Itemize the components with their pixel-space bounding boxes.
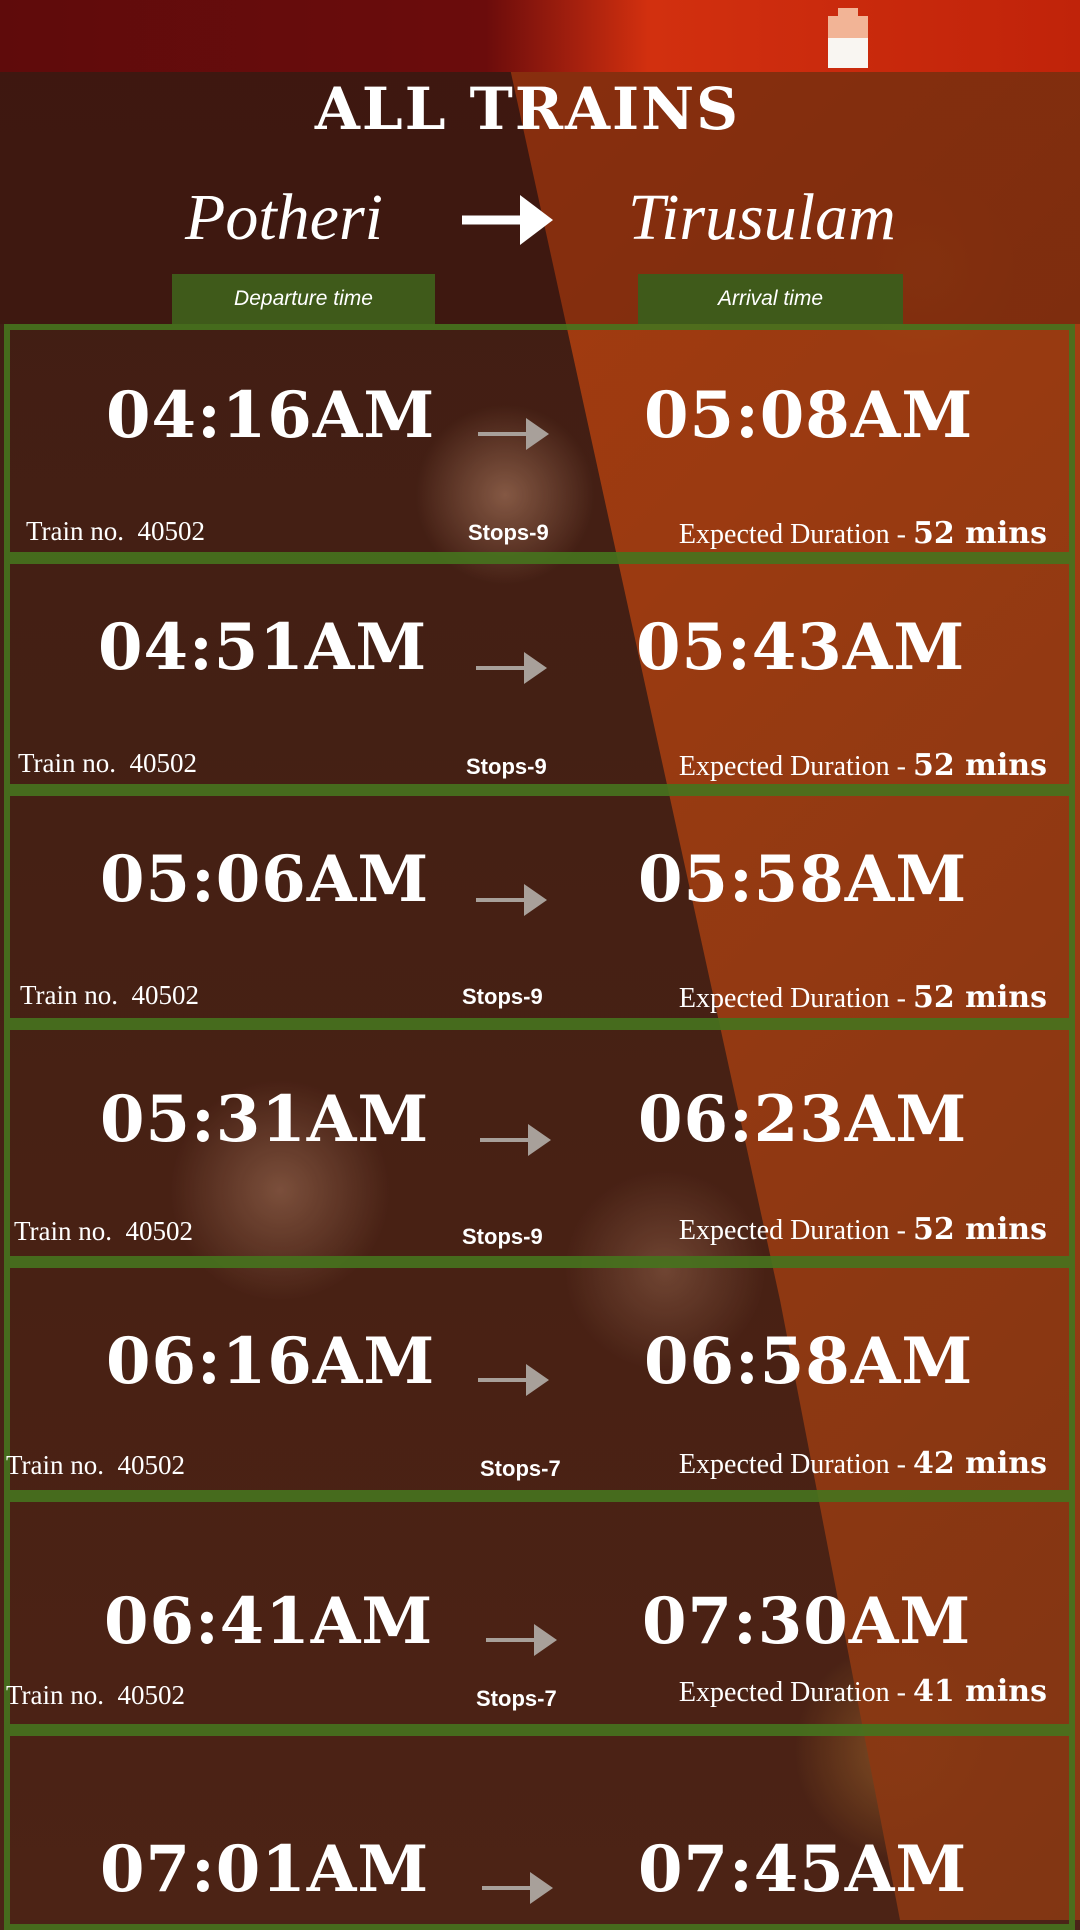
departure-time: 04:16AM [106,378,436,453]
expected-duration: Expected Duration - 52 mins [678,1212,1047,1247]
arrival-time: 06:58AM [644,1324,974,1399]
page-title: ALL TRAINS [314,75,741,143]
arrival-time-label: Arrival time [638,274,903,324]
status-bar [0,0,1080,72]
departure-time: 06:16AM [106,1324,436,1399]
to-station: Tirusulam [628,181,896,254]
arrival-time: 05:43AM [636,610,966,685]
arrow-right-icon [486,1624,557,1656]
train-row[interactable]: 04:16AM 05:08AM Train no. 40502 Stops-9 … [4,324,1075,558]
departure-time: 06:41AM [104,1584,434,1659]
stops-count: Stops-9 [468,520,549,545]
from-station: Potheri [185,181,383,254]
arrival-time: 05:58AM [638,842,968,917]
arrival-time: 07:45AM [638,1832,968,1907]
train-number: Train no. 40502 [6,1450,186,1480]
arrival-time: 05:08AM [644,378,974,453]
train-number: Train no. 40502 [18,748,198,778]
train-number: Train no. 40502 [14,1216,194,1246]
stops-count: Stops-9 [466,754,547,779]
train-row[interactable]: 05:06AM 05:58AM Train no. 40502 Stops-9 … [4,790,1075,1024]
arrival-time: 06:23AM [638,1082,968,1157]
train-row[interactable]: 05:31AM 06:23AM Train no. 40502 Stops-9 … [4,1024,1075,1262]
departure-time: 04:51AM [98,610,428,685]
departure-time-label: Departure time [172,274,435,324]
stops-count: Stops-9 [462,1224,543,1249]
arrow-right-icon [480,1124,551,1156]
departure-time: 05:06AM [100,842,430,917]
train-number: Train no. 40502 [26,516,206,546]
expected-duration: Expected Duration - 52 mins [678,516,1047,551]
arrow-right-icon [462,195,553,245]
arrow-right-icon [476,884,547,916]
expected-duration: Expected Duration - 41 mins [678,1674,1047,1709]
arrival-time: 07:30AM [642,1584,972,1659]
arrow-right-icon [478,1364,549,1396]
expected-duration: Expected Duration - 52 mins [678,980,1047,1015]
train-row[interactable]: 04:51AM 05:43AM Train no. 40502 Stops-9 … [4,558,1075,790]
train-number: Train no. 40502 [20,980,200,1010]
departure-time: 05:31AM [100,1082,430,1157]
train-row[interactable]: 06:41AM 07:30AM Train no. 40502 Stops-7 … [4,1496,1075,1730]
expected-duration: Expected Duration - 52 mins [678,748,1047,783]
stops-count: Stops-9 [462,984,543,1009]
departure-time: 07:01AM [100,1832,430,1907]
arrow-right-icon [478,418,549,450]
train-row[interactable]: 07:01AM 07:45AM [4,1730,1075,1930]
arrow-right-icon [476,652,547,684]
arrow-right-icon [482,1872,553,1904]
train-row[interactable]: 06:16AM 06:58AM Train no. 40502 Stops-7 … [4,1262,1075,1496]
train-number: Train no. 40502 [6,1680,186,1710]
battery-icon [828,8,868,68]
stops-count: Stops-7 [476,1686,557,1711]
stops-count: Stops-7 [480,1456,561,1481]
expected-duration: Expected Duration - 42 mins [678,1446,1047,1481]
